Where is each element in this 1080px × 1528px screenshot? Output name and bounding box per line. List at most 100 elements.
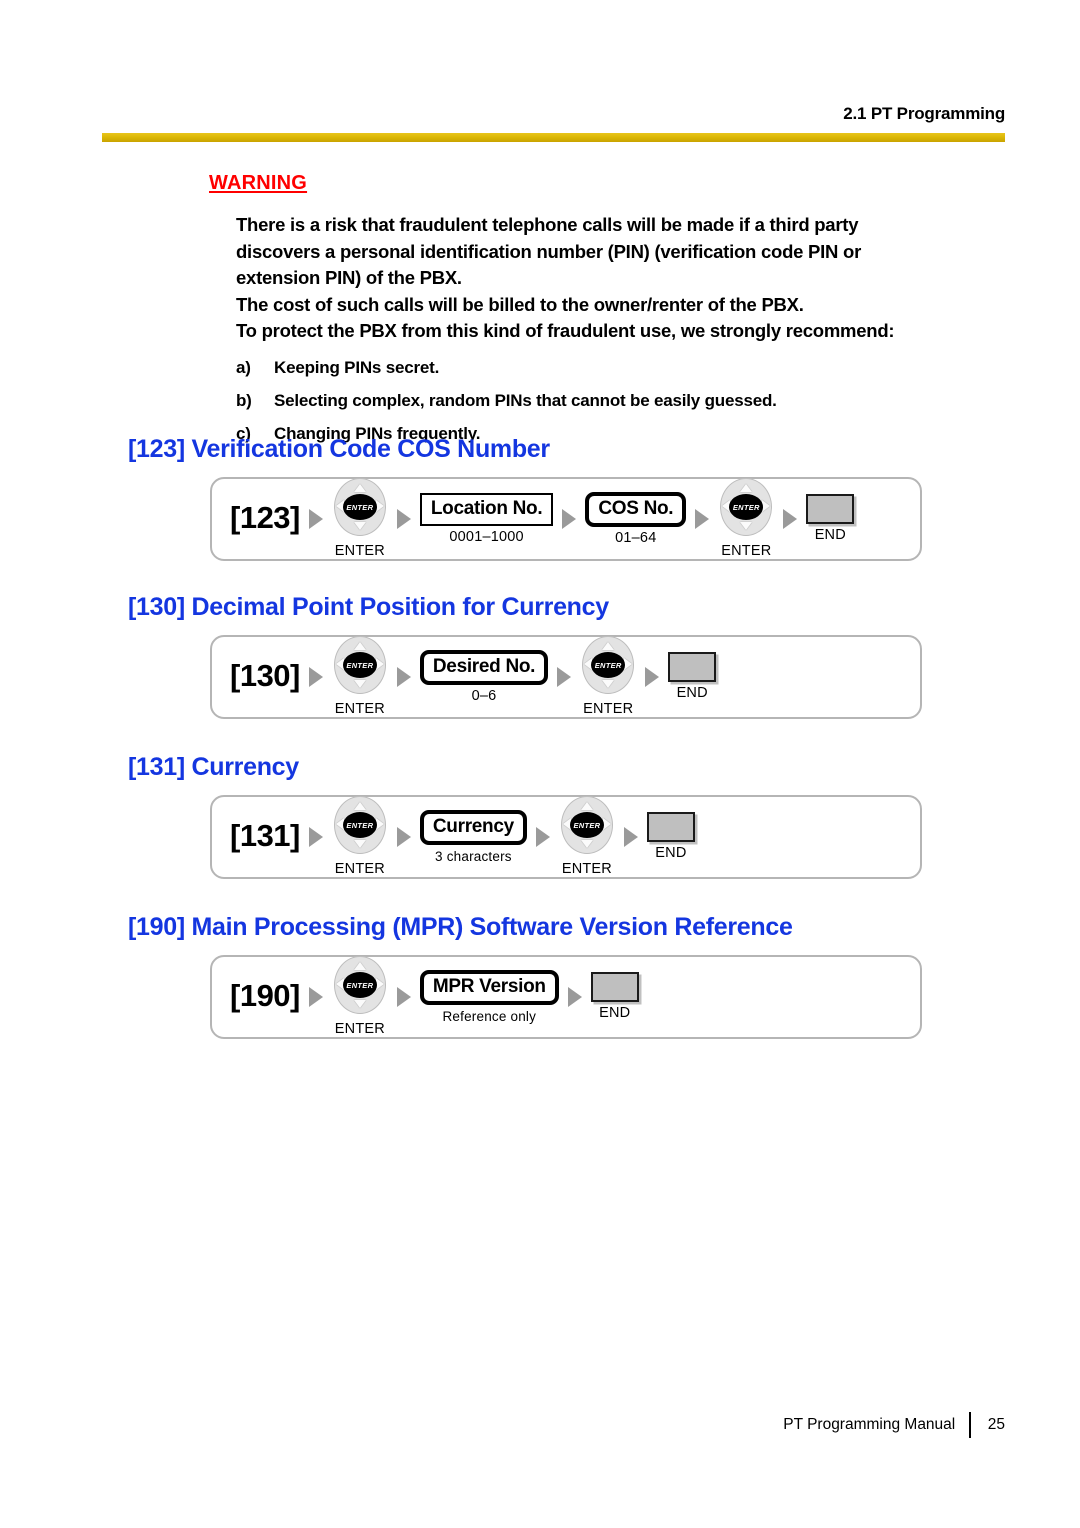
flow-arrow-icon <box>396 509 411 529</box>
navigator-enter-icon[interactable]: ENTER <box>718 478 774 540</box>
end-soft-key-icon[interactable] <box>668 652 717 682</box>
navigator-down-arrow-icon <box>740 522 753 530</box>
flow-step-caption: Reference only <box>442 1008 537 1024</box>
program-code-label: [130] <box>230 658 300 693</box>
entry-box-label[interactable]: Location No. <box>419 492 554 526</box>
navigator-down-arrow-icon <box>353 680 366 688</box>
header-section-reference: 2.1 PT Programming <box>843 104 1005 123</box>
list-item-label: Selecting complex, random PINs that cann… <box>274 390 777 410</box>
flow-step-location-no[interactable]: Location No. 0001–1000 <box>419 492 554 546</box>
navigator-center-label: ENTER <box>591 652 626 678</box>
section-131: [131] Currency [131] ENTER ENTER Currenc… <box>128 752 978 879</box>
flow-step-caption: 0001–1000 <box>449 528 524 545</box>
navigator-right-arrow-icon <box>375 818 384 830</box>
flow-arrow-icon <box>396 667 411 687</box>
navigator-down-arrow-icon <box>602 680 615 688</box>
flow-step-caption: ENTER <box>583 701 634 717</box>
flow-step-caption: ENTER <box>334 1021 385 1037</box>
program-code-label: [123] <box>230 500 300 535</box>
flow-step-caption: ENTER <box>334 543 385 559</box>
flow-step-program-code: [123] <box>230 501 300 537</box>
flow-step-caption: ENTER <box>334 861 385 877</box>
list-item-marker: b) <box>236 390 252 410</box>
flow-step-program-code: [130] <box>230 659 300 695</box>
navigator-right-arrow-icon <box>375 500 384 512</box>
navigator-center-label: ENTER <box>342 652 377 678</box>
flow-arrow-icon <box>562 509 577 529</box>
flow-step-program-code: [131] <box>230 819 300 855</box>
warning-paragraph: There is a risk that fraudulent telephon… <box>236 214 859 235</box>
flow-step-end-key[interactable]: END <box>806 494 855 544</box>
flow-step-enter-key[interactable]: ENTER ENTER <box>580 636 636 718</box>
warning-paragraph: To protect the PBX from this kind of fra… <box>236 320 895 341</box>
flow-step-caption: END <box>814 527 846 543</box>
flow-step-caption: END <box>676 685 708 701</box>
flow-step-currency[interactable]: Currency 3 characters <box>419 809 527 865</box>
flow-step-desired-no[interactable]: Desired No. 0–6 <box>419 649 549 705</box>
flow-step-enter-key[interactable]: ENTER ENTER <box>332 796 388 878</box>
warning-title: WARNING <box>209 172 308 194</box>
section-123: [123] Verification Code COS Number [123]… <box>128 434 978 561</box>
flow-arrow-icon <box>783 509 798 529</box>
flow-step-cos-no[interactable]: COS No. 01–64 <box>585 491 687 547</box>
navigator-up-arrow-icon <box>353 642 366 650</box>
warning-block: WARNING There is a risk that fraudulent … <box>209 172 969 444</box>
entry-box-label[interactable]: Currency <box>419 809 527 845</box>
end-soft-key-icon[interactable] <box>806 494 855 524</box>
navigator-enter-icon[interactable]: ENTER <box>559 796 615 858</box>
navigator-up-arrow-icon <box>353 802 366 810</box>
navigator-center-label: ENTER <box>342 972 377 998</box>
list-item-marker: a) <box>236 357 251 377</box>
navigator-enter-icon[interactable]: ENTER <box>332 796 388 858</box>
flow-diagram-130: [130] ENTER ENTER Desired No. 0–6 ENTER … <box>210 635 922 719</box>
flow-step-enter-key[interactable]: ENTER ENTER <box>559 796 615 878</box>
flow-step-end-key[interactable]: END <box>590 972 639 1022</box>
flow-step-end-key[interactable]: END <box>646 812 695 862</box>
navigator-center-label: ENTER <box>342 494 377 520</box>
flow-step-enter-key[interactable]: ENTER ENTER <box>332 956 388 1038</box>
flow-step-mpr-version[interactable]: MPR Version Reference only <box>419 969 559 1025</box>
flow-step-enter-key[interactable]: ENTER ENTER <box>332 478 388 560</box>
navigator-down-arrow-icon <box>353 840 366 848</box>
navigator-right-arrow-icon <box>375 658 384 670</box>
navigator-down-arrow-icon <box>580 840 593 848</box>
page-header: 2.1 PT Programming <box>102 104 1005 142</box>
flow-step-end-key[interactable]: END <box>668 652 717 702</box>
navigator-enter-icon[interactable]: ENTER <box>580 636 636 698</box>
list-item: a) Keeping PINs secret. <box>236 358 969 378</box>
navigator-up-arrow-icon <box>602 642 615 650</box>
flow-step-enter-key[interactable]: ENTER ENTER <box>332 636 388 718</box>
flow-arrow-icon <box>396 827 411 847</box>
entry-box-label[interactable]: COS No. <box>585 491 687 527</box>
navigator-center-label: ENTER <box>342 812 377 838</box>
navigator-enter-icon[interactable]: ENTER <box>332 636 388 698</box>
warning-paragraph: The cost of such calls will be billed to… <box>236 293 804 315</box>
flow-arrow-icon <box>695 509 710 529</box>
flow-arrow-icon <box>308 667 323 687</box>
navigator-enter-icon[interactable]: ENTER <box>332 478 388 540</box>
flow-diagram-131: [131] ENTER ENTER Currency 3 characters <box>210 795 922 879</box>
flow-diagram-190: [190] ENTER ENTER MPR Version Reference … <box>210 955 922 1039</box>
flow-step-enter-key[interactable]: ENTER ENTER <box>718 478 774 560</box>
page-title: [131] Currency <box>128 753 299 781</box>
navigator-center-label: ENTER <box>569 812 604 838</box>
entry-box-label[interactable]: Desired No. <box>419 649 549 685</box>
flow-step-caption: END <box>599 1005 631 1021</box>
flow-arrow-icon <box>308 827 323 847</box>
page-title: [130] Decimal Point Position for Currenc… <box>128 593 609 621</box>
footer-manual-title: PT Programming Manual <box>783 1416 956 1433</box>
flow-step-program-code: [190] <box>230 979 300 1015</box>
list-item: b) Selecting complex, random PINs that c… <box>236 391 969 411</box>
flow-arrow-icon <box>623 827 638 847</box>
flow-arrow-icon <box>308 509 323 529</box>
end-soft-key-icon[interactable] <box>590 972 639 1002</box>
entry-box-label[interactable]: MPR Version <box>419 969 559 1005</box>
flow-arrow-icon <box>308 987 323 1007</box>
navigator-up-arrow-icon <box>353 484 366 492</box>
navigator-enter-icon[interactable]: ENTER <box>332 956 388 1018</box>
section-190: [190] Main Processing (MPR) Software Ver… <box>128 912 978 1039</box>
end-soft-key-icon[interactable] <box>646 812 695 842</box>
flow-step-caption: ENTER <box>561 861 612 877</box>
flow-arrow-icon <box>535 827 550 847</box>
footer-page-number: 25 <box>987 1416 1005 1433</box>
